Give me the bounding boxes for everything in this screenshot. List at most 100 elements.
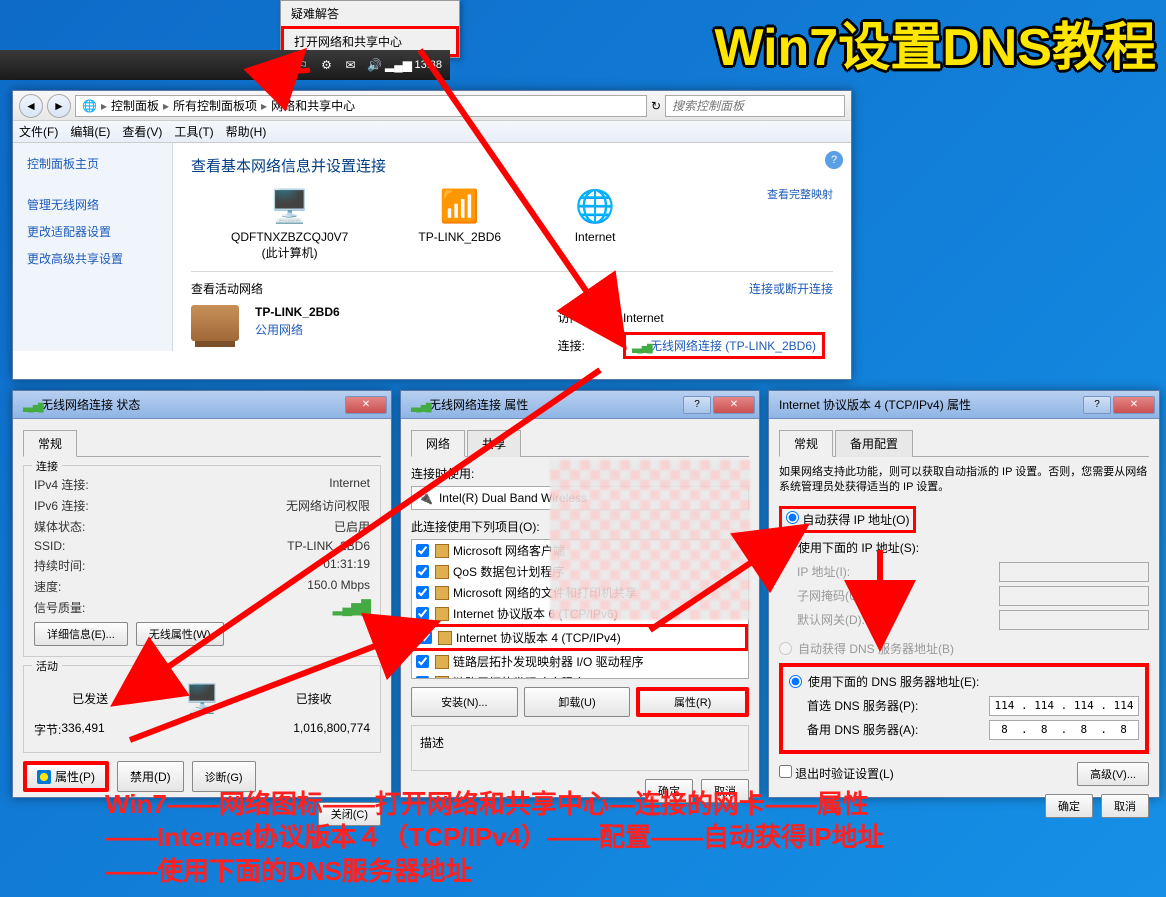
ipv4-title: Internet 协议版本 4 (TCP/IPv4) 属性	[773, 396, 971, 413]
help-button[interactable]: ?	[1083, 396, 1111, 414]
globe-icon: 🌐	[571, 186, 619, 226]
ok-button[interactable]: 确定	[1045, 794, 1093, 818]
manual-ip-label: 使用下面的 IP 地址(S):	[798, 539, 919, 556]
tab-general[interactable]: 常规	[23, 430, 77, 457]
menu-file[interactable]: 文件(F)	[19, 123, 58, 140]
volume-icon[interactable]: 🔊	[366, 57, 382, 73]
network-tray-icon[interactable]: ▂▄▆	[390, 57, 406, 73]
wireless-props-button[interactable]: 无线属性(W)	[136, 622, 224, 646]
sidebar-sharing[interactable]: 更改高级共享设置	[27, 250, 158, 267]
breadcrumb[interactable]: 🌐 ▸ 控制面板 ▸ 所有控制面板项 ▸ 网络和共享中心	[75, 95, 647, 117]
component-icon	[435, 676, 449, 680]
item-properties-button[interactable]: 属性(R)	[636, 687, 749, 717]
active-net-label: 查看活动网络	[191, 280, 263, 297]
signal-bars: ▂▄▆█	[333, 599, 370, 616]
duration-value: 01:31:19	[323, 557, 370, 574]
tab-general[interactable]: 常规	[779, 430, 833, 457]
bytes-label: 字节:	[34, 721, 61, 738]
active-net-type[interactable]: 公用网络	[255, 321, 534, 338]
list-item-ipv4[interactable]: Internet 协议版本 4 (TCP/IPv4)	[412, 624, 748, 651]
help-icon[interactable]: ?	[825, 151, 843, 169]
adapter-icon: 🔌	[418, 491, 433, 505]
desc-label: 描述	[420, 734, 740, 751]
component-icon	[435, 565, 449, 579]
ipv6-value: 无网络访问权限	[286, 497, 370, 514]
close-button[interactable]: ✕	[345, 396, 387, 414]
connect-disconnect-link[interactable]: 连接或断开连接	[749, 280, 833, 297]
clock[interactable]: 13:38	[414, 59, 442, 71]
auto-ip-radio[interactable]	[786, 511, 799, 524]
taskbar: ⚐ ⚙ ✉ 🔊 ▂▄▆ 13:38	[0, 50, 450, 80]
flag-icon[interactable]: ⚐	[294, 57, 310, 73]
sidebar-adapter[interactable]: 更改适配器设置	[27, 223, 158, 240]
mask-input	[999, 586, 1149, 606]
item-checkbox[interactable]	[419, 631, 432, 644]
tutorial-steps: Win7——网络图标——打开网络和共享中心—连接的网卡——属性 ——Intern…	[105, 788, 884, 889]
duration-label: 持续时间:	[34, 557, 85, 574]
cancel-button[interactable]: 取消	[1101, 794, 1149, 818]
tab-sharing[interactable]: 共享	[467, 430, 521, 457]
manual-dns-radio[interactable]	[789, 675, 802, 688]
manual-ip-radio[interactable]	[779, 541, 792, 554]
tab-network[interactable]: 网络	[411, 430, 465, 457]
ssid-value: TP-LINK_2BD6	[287, 539, 370, 553]
map-node-pc: 🖥️ QDFTNXZBZCQJ0V7 (此计算机)	[231, 186, 348, 261]
close-button[interactable]: ✕	[713, 396, 755, 414]
menu-help[interactable]: 帮助(H)	[226, 123, 267, 140]
advanced-button[interactable]: 高级(V)...	[1077, 762, 1149, 786]
sidebar-home[interactable]: 控制面板主页	[27, 155, 158, 172]
full-map-link[interactable]: 查看完整映射	[767, 186, 833, 202]
item-checkbox[interactable]	[416, 655, 429, 668]
item-checkbox[interactable]	[416, 544, 429, 557]
list-item[interactable]: 链路层拓扑发现映射器 I/O 驱动程序	[412, 651, 748, 672]
group-connection: 连接	[32, 458, 62, 474]
properties-button[interactable]: 属性(P)	[23, 761, 109, 792]
ipv4-label: IPv4 连接:	[34, 476, 89, 493]
dns-block: 使用下面的 DNS 服务器地址(E): 首选 DNS 服务器(P): 备用 DN…	[779, 663, 1149, 754]
alt-dns-label: 备用 DNS 服务器(A):	[807, 721, 918, 738]
validate-checkbox[interactable]	[779, 765, 792, 778]
item-checkbox[interactable]	[416, 565, 429, 578]
pref-dns-input[interactable]	[989, 696, 1139, 716]
menu-troubleshoot[interactable]: 疑难解答	[281, 1, 459, 26]
alt-dns-input[interactable]	[989, 720, 1139, 740]
nav-bar: ◄ ► 🌐 ▸ 控制面板 ▸ 所有控制面板项 ▸ 网络和共享中心 ↻	[13, 91, 851, 121]
breadcrumb-2[interactable]: 所有控制面板项	[173, 97, 257, 114]
close-button[interactable]: ✕	[1113, 396, 1155, 414]
breadcrumb-1[interactable]: 控制面板	[111, 97, 159, 114]
msg-icon[interactable]: ✉	[342, 57, 358, 73]
pc-icon: 🖥️	[266, 186, 314, 226]
refresh-icon[interactable]: ↻	[651, 99, 661, 113]
forward-button[interactable]: ►	[47, 94, 71, 118]
router-icon: 📶	[436, 186, 484, 226]
menu-tools[interactable]: 工具(T)	[174, 123, 213, 140]
signal-icon	[23, 399, 37, 411]
details-button[interactable]: 详细信息(E)...	[34, 622, 128, 646]
ipv6-label: IPv6 连接:	[34, 497, 89, 514]
auto-dns-radio	[779, 642, 792, 655]
back-button[interactable]: ◄	[19, 94, 43, 118]
access-label: 访问类型:	[552, 307, 615, 328]
gear-icon[interactable]: ⚙	[318, 57, 334, 73]
speed-label: 速度:	[34, 578, 61, 595]
component-icon	[438, 631, 452, 645]
item-checkbox[interactable]	[416, 676, 429, 679]
menu-edit[interactable]: 编辑(E)	[70, 123, 110, 140]
map-node-router: 📶 TP-LINK_2BD6	[418, 186, 501, 244]
help-button[interactable]: ?	[683, 396, 711, 414]
connection-status-window: 无线网络连接 状态 ✕ 常规 连接 IPv4 连接:Internet IPv6 …	[12, 390, 392, 798]
menu-view[interactable]: 查看(V)	[122, 123, 162, 140]
pref-dns-label: 首选 DNS 服务器(P):	[807, 697, 918, 714]
list-item[interactable]: 链路层拓扑发现响应程序	[412, 672, 748, 679]
tab-alternate[interactable]: 备用配置	[835, 430, 913, 457]
item-checkbox[interactable]	[416, 586, 429, 599]
bench-icon	[191, 305, 239, 341]
ipv4-value: Internet	[329, 476, 370, 493]
sidebar-wireless[interactable]: 管理无线网络	[27, 196, 158, 213]
uninstall-button[interactable]: 卸载(U)	[524, 687, 631, 717]
install-button[interactable]: 安装(N)...	[411, 687, 518, 717]
item-checkbox[interactable]	[416, 607, 429, 620]
breadcrumb-3[interactable]: 网络和共享中心	[271, 97, 355, 114]
connection-link[interactable]: 无线网络连接 (TP-LINK_2BD6)	[623, 332, 825, 359]
search-input[interactable]	[665, 95, 845, 117]
